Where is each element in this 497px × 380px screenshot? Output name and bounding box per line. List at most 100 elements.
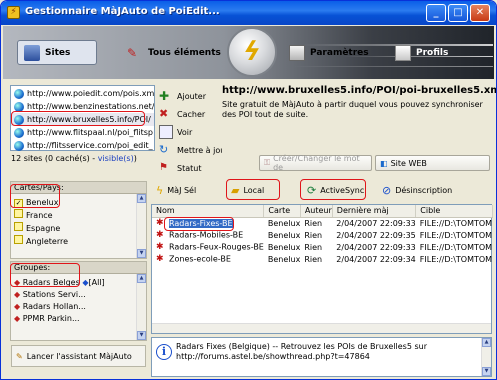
statut-button[interactable]: ⚑ Statut bbox=[159, 161, 201, 175]
maj-button[interactable]: ↻ Mettre à jou bbox=[159, 143, 225, 157]
list-item[interactable]: http://www.poiedit.com/pois.xml bbox=[11, 87, 154, 100]
sites-icon bbox=[24, 44, 40, 61]
column-header-auteur[interactable]: Auteur bbox=[300, 205, 333, 218]
list-item[interactable]: ◆ Radars Hollan... bbox=[14, 301, 105, 313]
status-icon: ⚑ bbox=[159, 162, 168, 173]
table-hscrollbar[interactable] bbox=[152, 323, 491, 333]
checkbox-icon[interactable] bbox=[14, 235, 23, 244]
group-icon: ◆ bbox=[14, 290, 21, 299]
cacher-label: Cacher bbox=[177, 109, 206, 119]
scroll-up-icon[interactable]: ▲ bbox=[137, 194, 146, 203]
ajouter-button[interactable]: ✚ Ajouter bbox=[159, 89, 206, 103]
table-row[interactable]: ✱ Radars-Feux-Rouges-BE Benelux Rien 2/04… bbox=[152, 241, 492, 253]
info-line2[interactable]: http://forums.astel.be/showthread.php?t=… bbox=[176, 352, 427, 362]
cacher-button[interactable]: ✖ Cacher bbox=[159, 107, 205, 121]
groupe-label: PPMR Parkin... bbox=[22, 314, 80, 323]
change-password-label: Créer/Changer le mot de bbox=[273, 154, 360, 172]
table-cell: Rien bbox=[304, 242, 323, 252]
count-text: 12 sites (0 caché(s) - bbox=[11, 154, 98, 163]
table-cell: Rien bbox=[304, 218, 323, 228]
table-cell: Benelux bbox=[267, 242, 301, 252]
maximize-button[interactable]: □ bbox=[448, 4, 468, 22]
scroll-up-icon[interactable]: ▲ bbox=[482, 338, 491, 347]
groupe-all-label[interactable]: [All] bbox=[88, 278, 104, 287]
table-cell: 2/04/2007 22:09:33 bbox=[336, 242, 416, 252]
poi-name: Radars-Mobiles-BE bbox=[169, 230, 244, 240]
highlight-annotation bbox=[226, 179, 280, 200]
app-logo: ϟ bbox=[227, 27, 277, 77]
column-header-nom[interactable]: Nom bbox=[152, 205, 265, 218]
checkbox-icon[interactable] bbox=[14, 222, 23, 231]
table-cell: FILE://D:\TOMTOM bbox=[419, 242, 493, 252]
info-icon: i bbox=[156, 344, 172, 360]
tab-sites[interactable]: Sites bbox=[17, 40, 97, 65]
wand-icon: ✎ bbox=[16, 351, 23, 361]
list-item[interactable]: http://flitsservice.com/poi_edit_ bbox=[11, 139, 154, 152]
table-cell: 2/04/2007 22:09:35 bbox=[336, 230, 416, 240]
wizard-button[interactable]: ✎ Lancer l'assistant MàjAuto bbox=[11, 345, 146, 367]
scroll-down-icon[interactable]: ▼ bbox=[137, 331, 146, 340]
change-password-button[interactable]: ⚿ Créer/Changer le mot de bbox=[259, 154, 372, 172]
minimize-button[interactable]: _ bbox=[426, 4, 446, 22]
desinscription-button[interactable]: ⊘ Désinscription bbox=[382, 182, 452, 198]
list-item[interactable]: France bbox=[14, 209, 68, 222]
tab-profils-label: Profils bbox=[416, 47, 449, 58]
site-web-button[interactable]: ◧ Site WEB bbox=[375, 155, 490, 171]
info-scrollbar[interactable]: ▲ ▼ bbox=[481, 338, 491, 376]
highlight-annotation bbox=[10, 263, 80, 287]
table-cell: 2/04/2007 22:09:33 bbox=[336, 218, 416, 228]
table-cell: Rien bbox=[304, 230, 323, 240]
site-web-label: Site WEB bbox=[390, 158, 427, 168]
unsubscribe-icon: ⊘ bbox=[382, 183, 392, 197]
highlight-annotation bbox=[300, 179, 366, 200]
groupes-scrollbar[interactable]: ▲ ▼ bbox=[136, 274, 146, 340]
scroll-down-icon[interactable]: ▼ bbox=[137, 249, 146, 258]
info-line1: Radars Fixes (Belgique) -- Retrouvez les… bbox=[176, 342, 428, 351]
visible-link[interactable]: visible(s) bbox=[98, 154, 134, 163]
column-header-carte[interactable]: Carte bbox=[263, 205, 301, 218]
column-header-derniere-maj[interactable]: Dernière màj bbox=[332, 205, 417, 218]
globe-icon bbox=[14, 140, 24, 151]
radar-icon: ✱ bbox=[156, 254, 164, 264]
groupe-label: Stations Servi... bbox=[22, 290, 86, 299]
statut-label: Statut bbox=[177, 163, 202, 173]
tab-parametres[interactable]: Paramètres bbox=[283, 40, 375, 65]
poi-name: Radars-Feux-Rouges-BE bbox=[169, 242, 264, 252]
lightning-icon: ϟ bbox=[238, 37, 265, 67]
light-streak bbox=[293, 66, 493, 67]
scroll-up-icon[interactable]: ▲ bbox=[137, 274, 146, 283]
list-item[interactable]: ◆ Stations Servi... bbox=[14, 289, 105, 301]
group-icon: ◆ bbox=[14, 302, 21, 311]
wizard-label: Lancer l'assistant MàjAuto bbox=[26, 351, 132, 361]
highlight-annotation bbox=[10, 184, 60, 208]
voir-button[interactable]: Voir bbox=[159, 125, 192, 139]
ajouter-label: Ajouter bbox=[177, 91, 207, 101]
app-icon: ⚡ bbox=[7, 6, 20, 19]
column-header-cible[interactable]: Cible bbox=[415, 205, 493, 218]
globe-icon bbox=[14, 88, 24, 99]
table-cell: Rien bbox=[304, 254, 323, 264]
scroll-down-icon[interactable]: ▼ bbox=[482, 367, 491, 376]
tab-profils[interactable]: Profils bbox=[389, 40, 454, 65]
checkbox-icon[interactable] bbox=[14, 209, 23, 218]
tab-tous-elements[interactable]: ✎ Tous éléments bbox=[121, 40, 227, 65]
lightning-icon: ϟ bbox=[156, 183, 164, 197]
tab-parametres-label: Paramètres bbox=[310, 47, 369, 58]
close-button[interactable]: ✕ bbox=[470, 4, 490, 22]
radar-icon: ✱ bbox=[156, 242, 164, 252]
list-item[interactable]: Angleterre bbox=[14, 235, 68, 248]
cartes-scrollbar[interactable]: ▲ ▼ bbox=[136, 194, 146, 258]
maj-sel-button[interactable]: ϟ MàJ Sél bbox=[156, 182, 196, 198]
list-item[interactable]: http://www.flitspaal.nl/poi_flitsp bbox=[11, 126, 154, 139]
profile-icon bbox=[395, 44, 411, 61]
info-panel: i Radars Fixes (Belgique) -- Retrouvez l… bbox=[151, 337, 492, 377]
list-item[interactable]: Espagne bbox=[14, 222, 68, 235]
key-icon: ⚿ bbox=[264, 158, 271, 167]
table-cell: FILE://D:\TOMTOM bbox=[419, 254, 493, 264]
table-row[interactable]: ✱ Zones-ecole-BE Benelux Rien 2/04/2007 2… bbox=[152, 253, 492, 265]
table-cell: 2/04/2007 22:09:34 bbox=[336, 254, 416, 264]
globe-icon bbox=[14, 127, 24, 138]
list-item[interactable]: ◆ PPMR Parkin... bbox=[14, 313, 105, 325]
title-bar[interactable]: ⚡ Gestionnaire MàJAuto de PoiEdit... _ □… bbox=[1, 1, 496, 25]
carte-label: Angleterre bbox=[26, 237, 69, 246]
